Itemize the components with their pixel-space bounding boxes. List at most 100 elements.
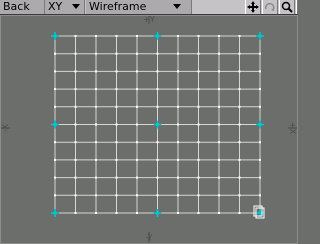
vertex[interactable] (218, 141, 220, 144)
vertex[interactable] (136, 158, 138, 161)
vertex[interactable] (115, 194, 118, 197)
vertex[interactable] (136, 194, 138, 197)
vertex[interactable] (54, 70, 56, 73)
vertex[interactable] (197, 35, 200, 37)
vertex[interactable] (95, 158, 97, 161)
vertex[interactable] (136, 35, 138, 37)
vertex[interactable] (218, 35, 220, 37)
vertex[interactable] (218, 105, 220, 108)
vertex[interactable] (197, 141, 200, 144)
vertex[interactable] (74, 88, 77, 91)
vertex[interactable] (136, 212, 138, 214)
vertex[interactable] (156, 194, 159, 197)
vertex[interactable] (74, 123, 77, 126)
vertex[interactable] (115, 105, 118, 108)
vertex[interactable] (238, 70, 241, 73)
vertex[interactable] (238, 105, 241, 108)
vertex[interactable] (177, 212, 179, 214)
vertex[interactable] (238, 194, 241, 197)
vertex[interactable] (238, 212, 241, 214)
vertex[interactable] (95, 70, 97, 73)
vertex[interactable] (74, 105, 77, 108)
vertex[interactable] (54, 141, 56, 144)
vertex[interactable] (74, 194, 77, 197)
vertex[interactable] (95, 176, 97, 179)
vertex[interactable] (136, 105, 138, 108)
vertex[interactable] (238, 35, 241, 37)
vertex[interactable] (259, 52, 261, 55)
vertex[interactable] (197, 176, 200, 179)
vertex[interactable] (197, 70, 200, 73)
vertex[interactable] (238, 141, 241, 144)
vertex[interactable] (197, 212, 200, 214)
vertex[interactable] (74, 35, 77, 37)
vertex[interactable] (177, 123, 179, 126)
vertex[interactable] (136, 123, 138, 126)
vertex[interactable] (115, 123, 118, 126)
vertex[interactable] (115, 176, 118, 179)
vertex[interactable] (156, 141, 159, 144)
vertex[interactable] (74, 158, 77, 161)
vertex[interactable] (177, 105, 179, 108)
vertex[interactable] (95, 52, 97, 55)
vertex[interactable] (259, 88, 261, 91)
vertex[interactable] (115, 35, 118, 37)
vertex[interactable] (54, 194, 56, 197)
vertex[interactable] (177, 158, 179, 161)
vertex[interactable] (238, 176, 241, 179)
vertex[interactable] (136, 88, 138, 91)
vertex[interactable] (156, 158, 159, 161)
vertex[interactable] (259, 105, 261, 108)
vertex[interactable] (197, 158, 200, 161)
vertex[interactable] (115, 88, 118, 91)
vertex[interactable] (74, 70, 77, 73)
vertex[interactable] (259, 194, 261, 197)
vertex[interactable] (54, 105, 56, 108)
vertex[interactable] (259, 70, 261, 73)
vertex[interactable] (218, 123, 220, 126)
vertex[interactable] (259, 158, 261, 161)
vertex[interactable] (218, 212, 220, 214)
vertex[interactable] (156, 176, 159, 179)
vertex[interactable] (54, 52, 56, 55)
vertex[interactable] (156, 88, 159, 91)
vertex[interactable] (136, 176, 138, 179)
vertex[interactable] (115, 212, 118, 214)
vertex[interactable] (238, 88, 241, 91)
vertex[interactable] (54, 176, 56, 179)
vertex[interactable] (177, 176, 179, 179)
vertex[interactable] (218, 158, 220, 161)
vertex[interactable] (95, 105, 97, 108)
vertex[interactable] (54, 158, 56, 161)
vertex[interactable] (259, 141, 261, 144)
vertex[interactable] (74, 141, 77, 144)
vertex[interactable] (177, 35, 179, 37)
vertex[interactable] (197, 123, 200, 126)
wireframe-viewport[interactable]: +Y -Y -X +X (0, 0, 298, 244)
vertex[interactable] (218, 70, 220, 73)
vertex[interactable] (238, 158, 241, 161)
vertex[interactable] (156, 105, 159, 108)
vertex[interactable] (95, 141, 97, 144)
vertex[interactable] (177, 70, 179, 73)
vertex[interactable] (95, 123, 97, 126)
vertex[interactable] (197, 88, 200, 91)
vertex[interactable] (238, 123, 241, 126)
vertex[interactable] (218, 52, 220, 55)
vertex[interactable] (95, 212, 97, 214)
vertex[interactable] (95, 35, 97, 37)
vertex[interactable] (259, 176, 261, 179)
vertex[interactable] (156, 70, 159, 73)
vertex[interactable] (74, 176, 77, 179)
vertex[interactable] (95, 88, 97, 91)
vertex[interactable] (177, 52, 179, 55)
vertex[interactable] (74, 212, 77, 214)
vertex[interactable] (136, 70, 138, 73)
vertex[interactable] (115, 52, 118, 55)
vertex[interactable] (74, 52, 77, 55)
vertex[interactable] (177, 194, 179, 197)
vertex[interactable] (197, 52, 200, 55)
vertex[interactable] (115, 70, 118, 73)
vertex[interactable] (156, 52, 159, 55)
vertex[interactable] (177, 88, 179, 91)
